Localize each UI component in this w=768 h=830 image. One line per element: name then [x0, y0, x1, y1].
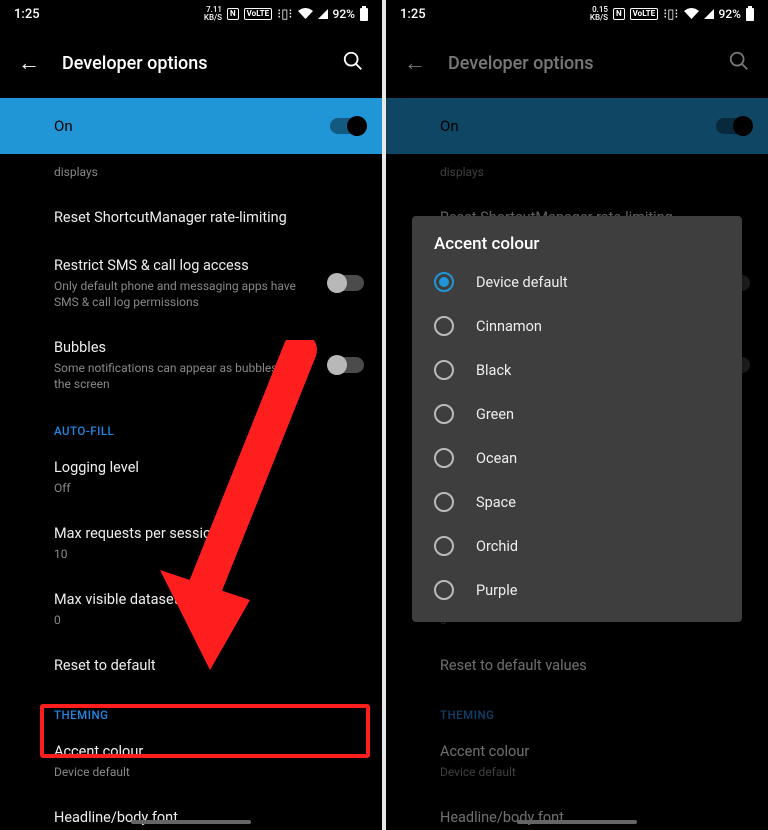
item-reset-default: Reset to default values	[386, 642, 768, 690]
item-max-visible[interactable]: Max visible datasets 0	[0, 576, 382, 642]
search-icon[interactable]	[728, 50, 750, 77]
page-title: Developer options	[448, 53, 706, 74]
item-headline-font: Headline/body font Device default	[386, 794, 768, 830]
signal-icon	[704, 9, 714, 19]
back-icon[interactable]: ←	[404, 50, 426, 76]
accent-colour-dialog: Accent colour Device default Cinnamon Bl…	[412, 216, 742, 622]
radio-icon	[434, 536, 454, 556]
master-toggle-label: On	[54, 117, 73, 135]
wifi-icon	[298, 8, 313, 20]
option-device-default[interactable]: Device default	[412, 260, 742, 304]
battery-percent: 92%	[333, 7, 355, 21]
radio-icon	[434, 404, 454, 424]
option-ocean[interactable]: Ocean	[412, 436, 742, 480]
status-bar: 1:25 7.11KB/S N VoLTE ⁝▯⁝ 92%	[0, 0, 382, 28]
radio-icon	[434, 360, 454, 380]
option-space[interactable]: Space	[412, 480, 742, 524]
app-header: ← Developer options	[0, 28, 382, 98]
section-theming: THEMING	[0, 690, 382, 728]
status-clock: 1:25	[400, 7, 426, 22]
option-purple[interactable]: Purple	[412, 568, 742, 612]
master-toggle[interactable]	[330, 118, 364, 134]
item-displays-tail: displays	[386, 154, 768, 194]
item-logging-level[interactable]: Logging level Off	[0, 444, 382, 510]
section-autofill: AUTO-FILL	[0, 406, 382, 444]
option-green[interactable]: Green	[412, 392, 742, 436]
item-restrict-sms[interactable]: Restrict SMS & call log access Only defa…	[0, 242, 382, 324]
app-header: ← Developer options	[386, 28, 768, 98]
nfc-icon: N	[227, 8, 239, 20]
battery-percent: 92%	[719, 7, 741, 21]
volte-icon: VoLTE	[244, 8, 272, 20]
master-toggle-row[interactable]: On	[386, 98, 768, 154]
radio-icon	[434, 580, 454, 600]
status-bar: 1:25 0.15KB/S N VoLTE ⁝▯⁝ 92%	[386, 0, 768, 28]
battery-icon	[360, 8, 368, 21]
nfc-icon: N	[613, 8, 625, 20]
radio-icon	[434, 448, 454, 468]
item-reset-default[interactable]: Reset to default	[0, 642, 382, 690]
item-max-requests[interactable]: Max requests per session 10	[0, 510, 382, 576]
item-headline-font[interactable]: Headline/body font Device default	[0, 794, 382, 830]
option-cinnamon[interactable]: Cinnamon	[412, 304, 742, 348]
radio-icon	[434, 316, 454, 336]
item-accent-colour[interactable]: Accent colour Device default	[0, 728, 382, 794]
option-black[interactable]: Black	[412, 348, 742, 392]
signal-icon	[318, 9, 328, 19]
nav-gesture-bar[interactable]	[517, 820, 637, 824]
phone-left: 1:25 7.11KB/S N VoLTE ⁝▯⁝ 92% ← Develope…	[0, 0, 382, 830]
toggle-bubbles[interactable]	[330, 357, 364, 373]
battery-icon	[746, 8, 754, 21]
section-theming: THEMING	[386, 690, 768, 728]
search-icon[interactable]	[342, 50, 364, 77]
master-toggle-label: On	[440, 117, 459, 135]
item-displays-tail[interactable]: displays	[0, 154, 382, 194]
master-toggle-row[interactable]: On	[0, 98, 382, 154]
item-accent-colour: Accent colour Device default	[386, 728, 768, 794]
radio-icon	[434, 492, 454, 512]
wifi-icon	[684, 8, 699, 20]
page-title: Developer options	[62, 53, 320, 74]
settings-list: displays Reset ShortcutManager rate-limi…	[0, 154, 382, 830]
back-icon[interactable]: ←	[18, 50, 40, 76]
volte-icon: VoLTE	[630, 8, 658, 20]
data-rate: 7.11KB/S	[204, 6, 222, 22]
master-toggle[interactable]	[716, 118, 750, 134]
radio-selected-icon	[434, 272, 454, 292]
nav-gesture-bar[interactable]	[131, 820, 251, 824]
item-bubbles[interactable]: Bubbles Some notifications can appear as…	[0, 324, 382, 406]
item-reset-shortcut[interactable]: Reset ShortcutManager rate-limiting	[0, 194, 382, 242]
toggle-restrict-sms[interactable]	[330, 275, 364, 291]
status-clock: 1:25	[14, 7, 40, 22]
data-rate: 0.15KB/S	[590, 6, 608, 22]
vibrate-icon: ⁝▯⁝	[277, 7, 292, 22]
dialog-title: Accent colour	[412, 234, 742, 260]
phone-right: 1:25 0.15KB/S N VoLTE ⁝▯⁝ 92% ← Develope…	[386, 0, 768, 830]
option-orchid[interactable]: Orchid	[412, 524, 742, 568]
vibrate-icon: ⁝▯⁝	[663, 7, 678, 22]
